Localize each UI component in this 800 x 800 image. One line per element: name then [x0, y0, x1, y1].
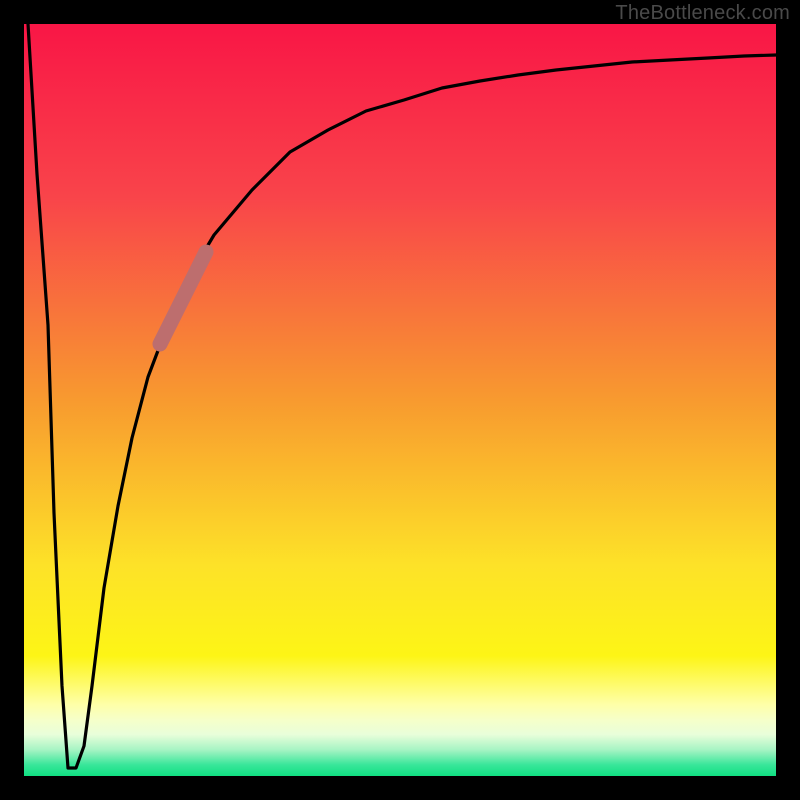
plot-area: [24, 24, 776, 776]
marker-segment: [160, 252, 206, 344]
chart-frame: TheBottleneck.com: [0, 0, 800, 800]
bottleneck-curve: [28, 24, 776, 768]
chart-curve-layer: [24, 24, 776, 776]
attribution-text: TheBottleneck.com: [615, 2, 790, 25]
